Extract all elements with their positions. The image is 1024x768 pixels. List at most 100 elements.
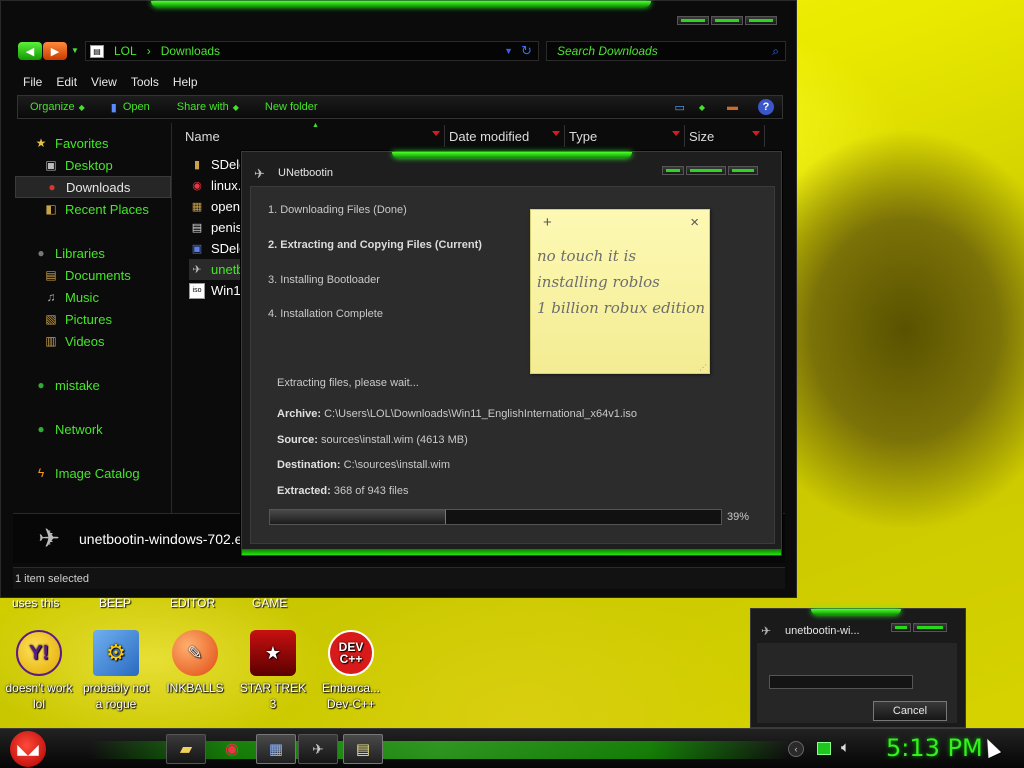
column-date-modified[interactable]: Date modified [445, 125, 565, 147]
desktop-icon-rogue[interactable]: ⚙ probably not a rogue [74, 630, 158, 712]
column-size[interactable]: Size [685, 125, 765, 147]
column-name[interactable]: Name [175, 125, 445, 147]
menu-tools[interactable]: Tools [131, 75, 159, 89]
search-input[interactable]: Search Downloads ⌕ [546, 41, 786, 61]
rocket-icon: ✈ [192, 264, 202, 276]
nav-favorites[interactable]: ★ Favorites [15, 132, 171, 154]
resize-grip-icon[interactable]: ⋰ [699, 363, 707, 372]
file-row[interactable]: ▣ SDele [189, 238, 249, 259]
file-row[interactable]: iso Win1 [189, 280, 249, 301]
share-with-button[interactable]: Share with [177, 101, 229, 113]
file-row[interactable]: ▤ penis [189, 217, 249, 238]
address-bar[interactable]: ▤ LOL › Downloads ▼ ↻ [85, 41, 539, 61]
nav-recent-places[interactable]: ◧ Recent Places [15, 198, 171, 220]
nav-mistake[interactable]: ● mistake [15, 374, 171, 396]
nav-music[interactable]: ♫ Music [15, 286, 171, 308]
minimize-button[interactable] [891, 623, 911, 632]
breadcrumb-downloads[interactable]: Downloads [161, 44, 220, 58]
desktop-label[interactable]: EDITOR [170, 596, 215, 610]
clock[interactable]: 5:13 PM [886, 734, 983, 762]
gears-icon: ⚙ [93, 630, 139, 676]
desktop-icon-yahoo[interactable]: Y! doesn't work lol [0, 630, 81, 712]
menu-view[interactable]: View [91, 75, 117, 89]
close-note-icon[interactable]: × [690, 214, 699, 231]
nav-label: Videos [65, 333, 105, 349]
file-row[interactable]: ▦ openg [189, 196, 249, 217]
sticky-notes-icon: ▤ [355, 741, 371, 758]
add-note-icon[interactable]: + [543, 214, 552, 231]
taskbar-explorer[interactable]: ▰ [166, 734, 206, 764]
organize-dropdown-icon: ◆ [78, 102, 85, 112]
open-button[interactable]: Open [123, 101, 150, 113]
nav-desktop[interactable]: ▣ Desktop [15, 154, 171, 176]
sort-dropdown-icon[interactable] [432, 131, 440, 136]
column-type[interactable]: Type [565, 125, 685, 147]
title-glow [151, 1, 651, 7]
minimize-button[interactable] [677, 16, 709, 25]
file-row[interactable]: ◉ linux. [189, 175, 249, 196]
network-status-icon[interactable] [817, 742, 831, 755]
minimize-button[interactable] [662, 166, 684, 175]
sort-dropdown-icon[interactable] [672, 131, 680, 136]
desktop-icon-inkballs[interactable]: ✎ INKBALLS [153, 630, 237, 696]
iso-icon: iso [189, 282, 205, 299]
file-row[interactable]: ▮ SDele [189, 154, 249, 175]
breadcrumb-lol[interactable]: LOL [114, 44, 137, 58]
open-file-icon: ▮ [110, 101, 117, 114]
taskbar-installer[interactable]: ▦ [256, 734, 296, 764]
chrome-icon: ◉ [225, 741, 239, 758]
nav-pictures[interactable]: ▧ Pictures [15, 308, 171, 330]
address-dropdown-icon[interactable]: ▼ [504, 46, 513, 56]
nav-network[interactable]: ● Network [15, 418, 171, 440]
desktop-label[interactable]: BEEP [99, 596, 131, 610]
refresh-icon[interactable]: ↻ [521, 43, 532, 59]
share-dropdown-icon: ◆ [232, 102, 239, 112]
menu-edit[interactable]: Edit [56, 75, 77, 89]
sort-dropdown-icon[interactable] [752, 131, 760, 136]
desktop-label[interactable]: uses this [12, 596, 59, 610]
sort-dropdown-icon[interactable] [552, 131, 560, 136]
devcpp-icon: DEV C++ [328, 630, 374, 676]
extracted-line: Extracted: 368 of 943 files [277, 485, 408, 497]
nav-libraries[interactable]: ● Libraries [15, 242, 171, 264]
mini-progress-bar [769, 675, 913, 689]
new-folder-button[interactable]: New folder [265, 101, 318, 113]
organize-button[interactable]: Organize [30, 101, 75, 113]
maximize-button[interactable] [686, 166, 726, 175]
view-dropdown-icon[interactable]: ◆ [699, 103, 705, 112]
desktop-icon-star-trek[interactable]: ★ STAR TREK 3 [231, 630, 315, 712]
help-icon[interactable]: ? [758, 99, 774, 115]
taskbar-chrome[interactable]: ◉ [212, 734, 252, 764]
close-button[interactable] [913, 623, 947, 632]
volume-icon[interactable]: 🔈︎ [841, 739, 850, 756]
nav-documents[interactable]: ▤ Documents [15, 264, 171, 286]
close-button[interactable] [745, 16, 777, 25]
desktop-label[interactable]: GAME [252, 596, 287, 610]
file-row-selected[interactable]: ✈ unetb [189, 259, 249, 280]
start-button-angry-bird-icon[interactable]: ◣◢ [10, 731, 46, 767]
back-button[interactable]: ◀ [18, 42, 42, 60]
preview-pane-icon[interactable]: ▬ [727, 101, 738, 113]
taskbar-unetbootin[interactable]: ✈ [298, 734, 338, 764]
view-options-icon[interactable]: ▭ [674, 101, 684, 114]
cancel-button[interactable]: Cancel [873, 701, 947, 721]
menu-help[interactable]: Help [173, 75, 198, 89]
taskbar-sticky-notes[interactable]: ▤ [343, 734, 383, 764]
show-hidden-icons-icon[interactable]: ‹ [788, 741, 804, 757]
nav-videos[interactable]: ▥ Videos [15, 330, 171, 352]
nav-image-catalog[interactable]: ϟ Image Catalog [15, 462, 171, 484]
close-button[interactable] [728, 166, 758, 175]
recent-pages-chevron-icon[interactable]: ▼ [71, 46, 79, 55]
search-icon[interactable]: ⌕ [772, 44, 779, 59]
document-icon: ▤ [191, 222, 203, 234]
sticky-note[interactable]: + × no touch it is installing roblos 1 b… [530, 209, 710, 374]
icon-label: 3 [269, 697, 277, 711]
forward-button[interactable]: ▶ [43, 42, 67, 60]
note-line: no touch it is [537, 247, 637, 265]
menu-file[interactable]: File [23, 75, 42, 89]
maximize-button[interactable] [711, 16, 743, 25]
nav-downloads[interactable]: ● Downloads [15, 176, 171, 198]
nav-label: Libraries [55, 245, 105, 261]
desktop-icon-devcpp[interactable]: DEV C++ Embarca... Dev-C++ [309, 630, 393, 712]
file-list: ▮ SDele ◉ linux. ▦ openg ▤ penis ▣ SDele ✈ une… [189, 154, 249, 301]
